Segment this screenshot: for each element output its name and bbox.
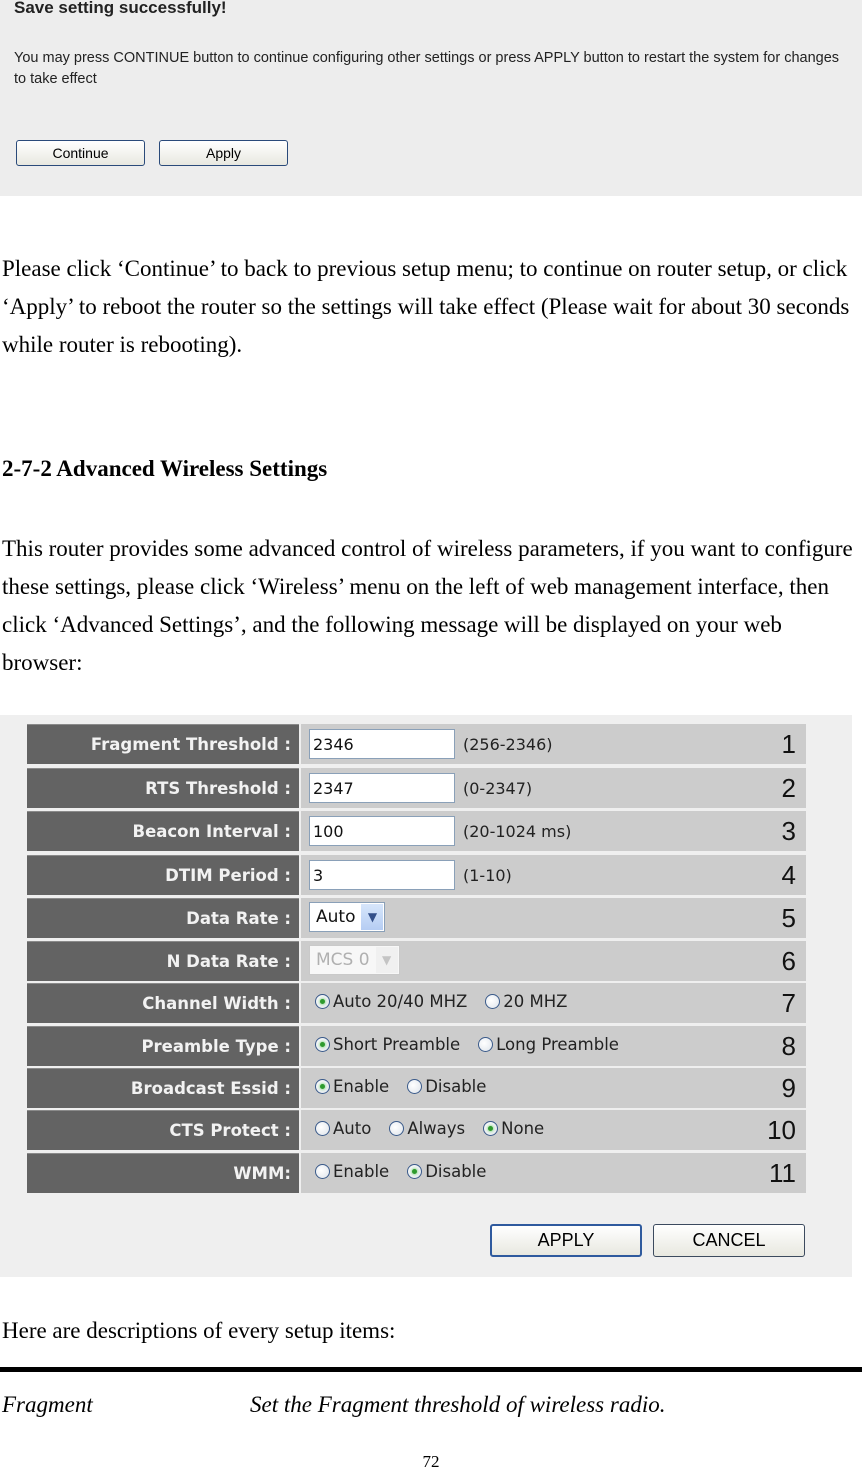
apply-settings-button[interactable]: APPLY (490, 1224, 642, 1257)
range-hint: (0-2347) (463, 779, 533, 798)
radio-label: Long Preamble (496, 1035, 619, 1054)
instruction-paragraph: Please click ‘Continue’ to back to previ… (2, 256, 850, 357)
radio-label: Auto (333, 1119, 372, 1138)
row-broadcast-essid: Broadcast Essid : Enable Disable 9 (27, 1068, 806, 1108)
radio-unchecked-icon (478, 1037, 494, 1052)
definition-term: Fragment (2, 1392, 93, 1417)
callout-number: 3 (781, 816, 796, 846)
row-wmm: WMM: Enable Disable 11 (27, 1153, 806, 1193)
radio-checked-icon (315, 994, 330, 1009)
descriptions-intro: Here are descriptions of every setup ite… (2, 1318, 396, 1343)
radio-label: Enable (333, 1077, 390, 1096)
radio-label: 20 MHZ (503, 992, 568, 1011)
row-channel-width: Channel Width : Auto 20/40 MHZ 20 MHZ 7 (27, 983, 806, 1023)
radio-label: Disable (425, 1162, 487, 1181)
radio-unchecked-icon (315, 1164, 330, 1179)
radio-unchecked-icon (389, 1121, 405, 1136)
field-label: Preamble Type : (27, 1026, 299, 1066)
row-beacon-interval: Beacon Interval : (20-1024 ms) 3 (27, 811, 806, 851)
divider (0, 1367, 862, 1372)
radio-label: Disable (425, 1077, 487, 1096)
radio-wmm-disable[interactable]: Disable (407, 1162, 486, 1181)
save-message: You may press CONTINUE button to continu… (14, 50, 840, 87)
row-preamble-type: Preamble Type : Short Preamble Long Prea… (27, 1026, 806, 1066)
radio-essid-disable[interactable]: Disable (407, 1077, 486, 1096)
radio-checked-icon (483, 1121, 499, 1136)
continue-button[interactable]: Continue (16, 140, 145, 166)
intro-paragraph: This router provides some advanced contr… (2, 536, 853, 675)
callout-number: 10 (767, 1115, 796, 1145)
radio-checked-icon (315, 1079, 330, 1094)
callout-number: 4 (781, 860, 796, 890)
radio-label: Auto 20/40 MHZ (333, 992, 468, 1011)
field-label: Channel Width : (27, 983, 299, 1023)
save-success-panel: Save setting successfully! You may press… (0, 0, 862, 196)
row-dtim-period: DTIM Period : (1-10) 4 (27, 855, 806, 895)
radio-label: None (501, 1119, 545, 1138)
radio-long-preamble[interactable]: Long Preamble (478, 1035, 619, 1054)
definition-description: Set the Fragment threshold of wireless r… (250, 1392, 666, 1417)
callout-number: 6 (781, 946, 796, 976)
radio-wmm-enable[interactable]: Enable (315, 1162, 389, 1181)
radio-essid-enable[interactable]: Enable (315, 1077, 389, 1096)
fragment-threshold-input[interactable] (309, 729, 455, 759)
field-label: Broadcast Essid : (27, 1068, 299, 1108)
section-heading: 2-7-2 Advanced Wireless Settings (2, 456, 328, 481)
field-label: WMM: (27, 1153, 299, 1193)
radio-cts-always[interactable]: Always (389, 1119, 465, 1138)
callout-number: 5 (781, 903, 796, 933)
field-label: Data Rate : (27, 898, 299, 938)
row-rts-threshold: RTS Threshold : (0-2347) 2 (27, 768, 806, 808)
row-n-data-rate: N Data Rate : MCS 0 ▼ 6 (27, 941, 806, 981)
range-hint: (256-2346) (463, 735, 553, 754)
radio-checked-icon (315, 1037, 330, 1052)
field-label: Beacon Interval : (27, 811, 299, 851)
row-cts-protect: CTS Protect : Auto Always None 10 (27, 1110, 806, 1150)
radio-short-preamble[interactable]: Short Preamble (315, 1035, 460, 1054)
radio-cts-none[interactable]: None (483, 1119, 544, 1138)
rts-threshold-input[interactable] (309, 773, 455, 803)
chevron-down-icon[interactable]: ▼ (361, 904, 384, 930)
callout-number: 9 (781, 1073, 796, 1103)
callout-number: 8 (781, 1031, 796, 1061)
radio-unchecked-icon (485, 994, 501, 1009)
callout-number: 11 (769, 1158, 796, 1188)
callout-number: 7 (781, 988, 796, 1018)
radio-20mhz[interactable]: 20 MHZ (485, 992, 567, 1011)
radio-auto-20-40[interactable]: Auto 20/40 MHZ (315, 992, 467, 1011)
radio-label: Always (407, 1119, 466, 1138)
radio-cts-auto[interactable]: Auto (315, 1119, 371, 1138)
radio-unchecked-icon (315, 1121, 330, 1136)
range-hint: (20-1024 ms) (463, 822, 572, 841)
callout-number: 2 (781, 773, 796, 803)
field-label: DTIM Period : (27, 855, 299, 895)
chevron-down-icon: ▼ (375, 947, 398, 973)
row-data-rate: Data Rate : Auto ▼ 5 (27, 898, 806, 938)
data-rate-select[interactable]: Auto ▼ (309, 902, 386, 932)
apply-button[interactable]: Apply (159, 140, 288, 166)
n-data-rate-select: MCS 0 ▼ (309, 945, 400, 975)
cancel-button[interactable]: CANCEL (653, 1224, 805, 1257)
save-title: Save setting successfully! (14, 0, 227, 17)
radio-label: Enable (333, 1162, 390, 1181)
range-hint: (1-10) (463, 866, 512, 885)
beacon-interval-input[interactable] (309, 816, 455, 846)
selected-option: MCS 0 (316, 950, 370, 970)
field-label: Fragment Threshold : (27, 724, 299, 764)
radio-checked-icon (407, 1164, 423, 1179)
field-label: N Data Rate : (27, 941, 299, 981)
selected-option: Auto (316, 907, 356, 927)
dtim-period-input[interactable] (309, 860, 455, 890)
row-fragment-threshold: Fragment Threshold : (256-2346) 1 (27, 724, 806, 764)
callout-number: 1 (781, 729, 796, 759)
field-label: RTS Threshold : (27, 768, 299, 808)
radio-unchecked-icon (407, 1079, 423, 1094)
radio-label: Short Preamble (333, 1035, 461, 1054)
field-label: CTS Protect : (27, 1110, 299, 1150)
page-number: 72 (422, 1452, 440, 1471)
